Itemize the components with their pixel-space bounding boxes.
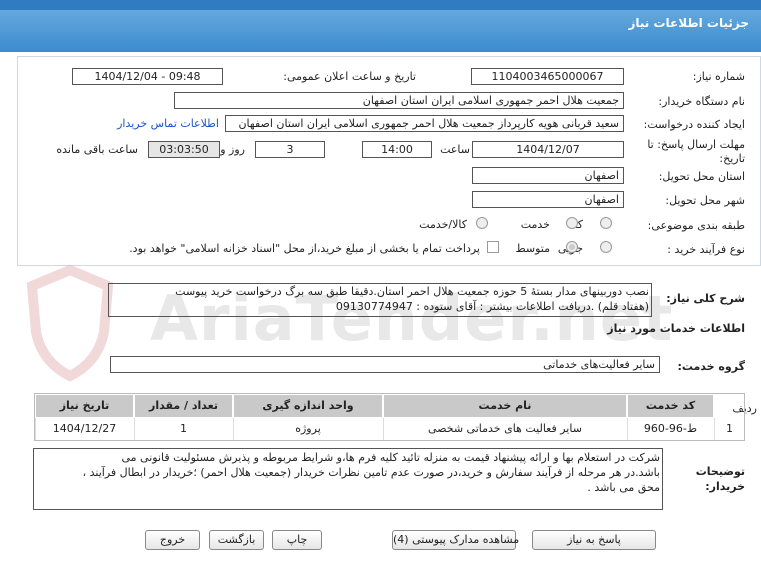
table-cell-date: 1404/12/27 xyxy=(35,418,133,440)
category-service-radio[interactable] xyxy=(566,217,578,229)
notes-line-2: باشد.در هر مرحله از فرآیند سفارش و خرید،… xyxy=(82,466,660,479)
table-row: 1 xyxy=(714,418,744,440)
exit-button[interactable]: خروج xyxy=(145,530,200,550)
purchase-medium-radio[interactable] xyxy=(566,241,578,253)
column-service-name: نام خدمت xyxy=(383,395,626,417)
days-label: روز و xyxy=(220,143,245,156)
description-label: شرح کلی نیاز: xyxy=(666,292,745,305)
table-cell-name: سایر فعالیت های خدماتی شخصی xyxy=(383,418,626,440)
remaining-label: ساعت باقی مانده xyxy=(56,143,138,156)
services-section-title: اطلاعات خدمات مورد نیاز xyxy=(607,322,745,335)
creator-field: سعید قربانی هویه کارپرداز جمعیت هلال احم… xyxy=(225,115,624,132)
description-line-2: (هفتاد قلم) .دریافت اطلاعات بیشتر : آقای… xyxy=(335,300,649,313)
print-button[interactable]: چاپ xyxy=(272,530,322,550)
category-goods-service-radio[interactable] xyxy=(476,217,488,229)
service-group-field: سایر فعالیت‌های خدماتی xyxy=(110,356,660,373)
notes-line-3: محق می باشد . xyxy=(587,481,660,494)
category-goods-radio[interactable] xyxy=(600,217,612,229)
service-group-label: گروه خدمت: xyxy=(677,360,745,373)
time-label: ساعت xyxy=(440,143,470,156)
buyer-org-field: جمعیت هلال احمر جمهوری اسلامی ایران استا… xyxy=(174,92,624,109)
creator-label: ایجاد کننده درخواست: xyxy=(643,118,745,131)
reply-button[interactable]: پاسخ به نیاز xyxy=(532,530,656,550)
notes-line-1: شرکت در استعلام بها و ارائه پیشنهاد قیمت… xyxy=(121,451,660,464)
notes-label-2: خریدار: xyxy=(705,480,745,493)
purchase-medium-label: متوسط xyxy=(515,242,550,255)
category-goods-service-label: کالا/خدمت xyxy=(419,218,467,231)
city-field: اصفهان xyxy=(472,191,624,208)
announce-label: تاریخ و ساعت اعلان عمومی: xyxy=(283,70,416,83)
deadline-label-date: تاریخ: xyxy=(719,152,745,165)
back-button[interactable]: بازگشت xyxy=(209,530,264,550)
city-label: شهر محل تحویل: xyxy=(665,194,745,207)
buyer-org-label: نام دستگاه خریدار: xyxy=(658,95,745,108)
purchase-minor-radio[interactable] xyxy=(600,241,612,253)
treasury-text: پرداخت تمام یا بخشی از مبلغ خرید،از محل … xyxy=(129,242,480,255)
deadline-date-field: 1404/12/07 xyxy=(472,141,624,158)
column-need-date: تاریخ نیاز xyxy=(35,395,133,417)
province-field: اصفهان xyxy=(472,167,624,184)
notes-label: توضیحات xyxy=(695,465,745,478)
watermark-shield-icon xyxy=(26,264,114,382)
table-cell-code: ط-96-960 xyxy=(627,418,713,440)
description-line-1: نصب دوربینهای مدار بستهٔ 5 حوزه جمعیت هل… xyxy=(175,285,649,298)
view-attachments-button[interactable]: مشاهده مدارک پیوستی (4) xyxy=(392,530,519,550)
province-label: استان محل تحویل: xyxy=(658,170,745,183)
treasury-checkbox[interactable] xyxy=(487,241,499,253)
need-number-field: 1104003465000067 xyxy=(471,68,624,85)
form-panel xyxy=(17,56,761,266)
column-service-code: کد خدمت xyxy=(627,395,713,417)
column-quantity: تعداد / مقدار xyxy=(134,395,232,417)
deadline-time-field: 14:00 xyxy=(362,141,432,158)
need-number-label: شماره نیاز: xyxy=(692,70,745,83)
contact-info-link[interactable]: اطلاعات تماس خریدار xyxy=(117,117,219,130)
purchase-type-label: نوع فرآیند خرید : xyxy=(667,243,745,256)
days-field: 3 xyxy=(255,141,325,158)
page-title: جزئیات اطلاعات نیاز xyxy=(628,16,749,30)
table-cell-quantity: 1 xyxy=(134,418,232,440)
category-service-label: خدمت xyxy=(520,218,550,231)
header-strip xyxy=(0,0,761,10)
deadline-label: مهلت ارسال پاسخ: تا xyxy=(647,138,745,151)
column-unit: واحد اندازه گیری xyxy=(233,395,382,417)
category-label: طبقه بندی موضوعی: xyxy=(647,219,745,232)
table-cell-unit: پروژه xyxy=(233,418,382,440)
remaining-time-field: 03:03:50 xyxy=(148,141,220,158)
announce-field: 1404/12/04 - 09:48 xyxy=(72,68,223,85)
